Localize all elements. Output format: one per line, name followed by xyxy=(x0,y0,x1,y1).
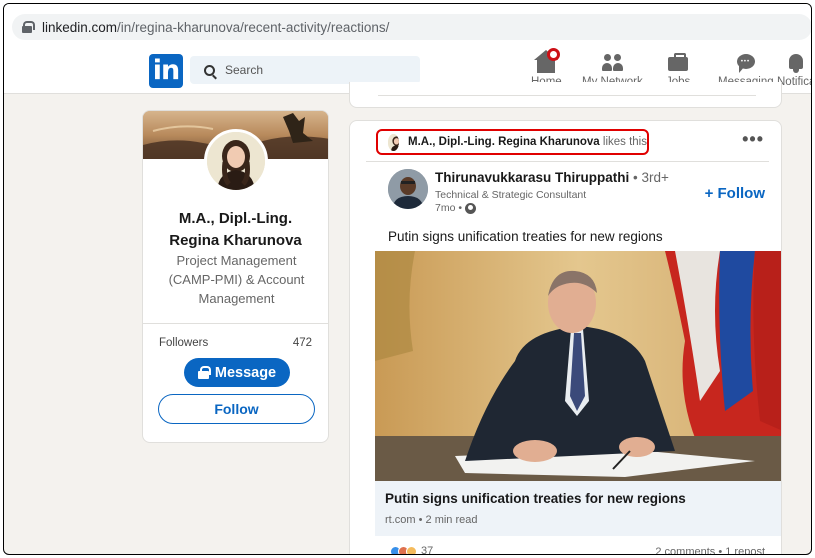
liked-by-text: M.A., Dipl.-Ling. Regina Kharunova likes… xyxy=(408,136,647,148)
briefcase-icon xyxy=(666,52,690,74)
divider xyxy=(143,323,328,324)
bell-icon xyxy=(784,52,808,74)
article-source: rt.com • 2 min read xyxy=(385,514,478,526)
profile-avatar[interactable] xyxy=(204,129,268,193)
notification-dot xyxy=(547,48,561,61)
browser-address-bar: linkedin.com/in/regina-kharunova/recent-… xyxy=(4,4,811,42)
browser-window: linkedin.com/in/regina-kharunova/recent-… xyxy=(3,3,812,555)
followers-label: Followers xyxy=(159,337,209,349)
url-field[interactable]: linkedin.com/in/regina-kharunova/recent-… xyxy=(12,14,811,40)
divider xyxy=(378,95,756,96)
more-options-icon[interactable]: ••• xyxy=(742,129,764,150)
nav-notifications[interactable]: Notifica xyxy=(777,48,812,92)
reaction-summary[interactable]: 37 xyxy=(390,545,434,555)
home-icon xyxy=(534,48,561,74)
author-title: Technical & Strategic Consultant xyxy=(435,189,587,201)
profile-card: M.A., Dipl.-Ling. Regina Kharunova Proje… xyxy=(142,110,329,443)
messaging-icon: ••• xyxy=(734,52,758,74)
lock-icon xyxy=(197,366,211,379)
followers-count: 472 xyxy=(292,337,312,349)
search-placeholder: Search xyxy=(225,63,264,77)
network-icon xyxy=(600,52,624,74)
profile-headline: Project Management (CAMP-PMI) & Account … xyxy=(168,253,305,306)
linkedin-logo[interactable]: in xyxy=(149,54,183,88)
globe-icon xyxy=(465,202,477,214)
author-name[interactable]: Thirunavukkarasu Thiruppathi • 3rd+ xyxy=(435,170,669,185)
follow-author-button[interactable]: + Follow xyxy=(705,185,765,202)
message-button-label: Message xyxy=(214,364,277,381)
message-button[interactable]: Message xyxy=(184,358,290,387)
follow-button[interactable]: Follow xyxy=(158,394,315,424)
post-image[interactable] xyxy=(375,251,781,481)
article-title: Putin signs unification treaties for new… xyxy=(385,491,686,506)
divider xyxy=(366,161,769,162)
search-input[interactable]: Search xyxy=(190,56,420,84)
lock-icon xyxy=(22,21,35,33)
search-icon xyxy=(204,64,215,76)
profile-name: M.A., Dipl.-Ling. Regina Kharunova xyxy=(169,210,302,249)
liked-by-header[interactable]: M.A., Dipl.-Ling. Regina Kharunova likes… xyxy=(376,129,649,155)
article-preview[interactable]: Putin signs unification treaties for new… xyxy=(375,481,781,536)
nav-notifications-label: Notifica xyxy=(777,76,812,88)
reaction-count: 37 xyxy=(421,545,434,555)
insightful-reaction-icon xyxy=(406,545,417,554)
previous-post-card xyxy=(349,82,782,108)
post-card: M.A., Dipl.-Ling. Regina Kharunova likes… xyxy=(349,120,782,555)
post-text: Putin signs unification treaties for new… xyxy=(388,229,663,244)
post-timestamp: 7mo • xyxy=(435,202,477,214)
comments-reposts-count[interactable]: 2 comments • 1 repost xyxy=(655,546,765,554)
liker-avatar xyxy=(388,133,400,151)
author-avatar[interactable] xyxy=(388,169,428,209)
url-text: linkedin.com/in/regina-kharunova/recent-… xyxy=(42,19,390,35)
